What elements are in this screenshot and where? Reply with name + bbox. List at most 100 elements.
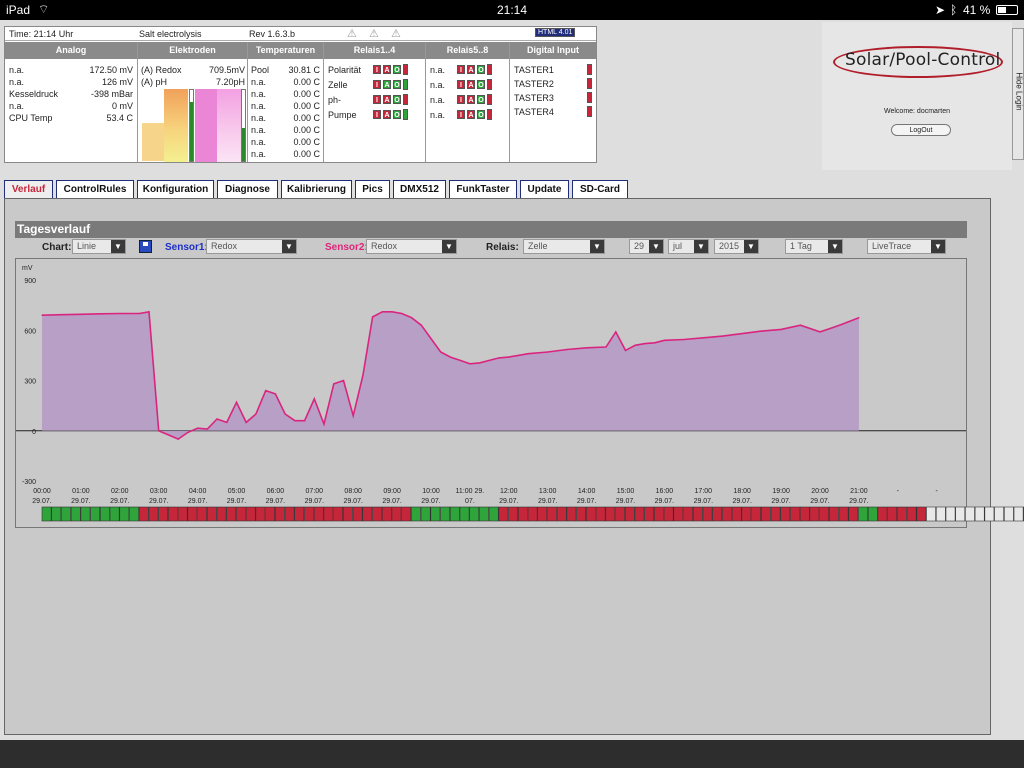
relay-state-cell [498,506,509,522]
data-point [138,312,140,315]
x-tick-date: 29.07. [188,498,208,505]
x-tick-date: 29.07. [32,498,52,505]
relay-state-cell [284,506,295,522]
x-tick-label: 15:00 [617,488,635,495]
x-tick-date: 29.07. [382,498,402,505]
data-point [206,428,208,430]
relay-state-cell [624,506,635,522]
relay-state-cell [654,506,664,522]
relay-state-cell [877,506,888,522]
data-point [605,346,607,348]
data-point [197,427,199,429]
x-tick-label: 13:00 [539,488,557,495]
data-point [99,313,101,315]
data-point [624,349,627,351]
relay-state-cell [615,506,625,522]
sensor-area-fill [42,311,859,440]
relay-state-cell [488,506,499,522]
data-point [498,357,500,359]
data-point [449,356,452,358]
data-point [167,434,170,436]
relay-state-cell [566,506,577,522]
relay-state-cell [751,506,761,522]
relay-state-cell [41,506,52,522]
relay-state-cell [838,506,849,522]
x-tick-date: 29.07. [771,498,791,505]
bottom-bar [0,740,1024,768]
relay-state-cell [274,506,285,522]
relay-state-cell [226,506,237,522]
x-tick-date: 29.07. [499,498,519,505]
x-tick-date: 29.07. [694,498,714,505]
x-tick-date: 29.07. [655,498,675,505]
data-point [586,347,588,349]
relay-state-cell [245,506,256,522]
relay-state-cell [70,506,81,522]
relay-state-cell [313,506,324,522]
x-tick-date: 29.07. [538,498,558,505]
data-point [284,413,286,415]
relay-state-cell [935,506,946,522]
relay-state-cell [984,506,995,522]
data-point [838,324,841,326]
y-tick-label: 0 [32,429,36,436]
x-tick-label: 17:00 [695,488,713,495]
data-point [858,317,860,319]
data-point [566,348,568,351]
data-point [702,337,704,339]
relay-state-cell [780,506,791,522]
relay-state-cell [770,506,781,522]
data-point [342,379,345,382]
relay-state-cell [517,506,528,522]
relay-state-cell [663,506,674,522]
relay-state-cell [430,506,441,522]
data-point [303,420,306,422]
relay-state-cell [323,506,334,522]
x-tick-label: 09:00 [383,488,401,495]
relay-state-cell [926,506,936,522]
data-point [294,420,296,422]
x-tick-label: 03:00 [150,488,168,495]
data-point [362,374,364,377]
relay-state-cell [916,506,927,522]
data-point [527,353,529,355]
relay-state-cell [1003,506,1014,522]
relay-state-cell [897,506,907,522]
relay-state-cell [965,506,975,522]
data-point [41,314,43,316]
relay-state-cell [352,506,363,522]
y-tick-label: 300 [24,379,36,386]
relay-state-cell [955,506,966,522]
relay-state-cell [1013,506,1024,522]
data-point [644,343,646,345]
x-tick-label: 20:00 [811,488,829,495]
x-tick-label: 18:00 [733,488,751,495]
relay-state-cell [236,506,246,522]
relay-state-cell [119,506,130,522]
x-tick-label: 14:00 [578,488,596,495]
data-point [430,338,432,340]
data-point [391,311,393,313]
relay-state-cell [216,506,227,522]
x-tick-label: 16:00 [656,488,674,495]
data-point [381,311,383,313]
relay-state-cell [537,506,548,522]
relay-state-cell [391,506,402,522]
relay-state-cell [644,506,655,522]
relay-state-cell [547,506,557,522]
y-axis-unit: mV [22,265,33,272]
x-tick-label: 01:00 [72,488,90,495]
relay-state-cell [887,506,898,522]
data-point [799,324,802,326]
x-tick-date: 29.07. [849,498,869,505]
data-point [245,421,247,423]
relay-state-cell [411,506,421,522]
data-point [761,330,763,332]
relay-state-cell [790,506,800,522]
y-tick-label: 600 [24,328,36,335]
relay-state-cell [479,506,489,522]
relay-state-cell [867,506,878,522]
x-tick-label: 12:00 [500,488,518,495]
data-point [547,351,549,353]
x-tick-label: 07:00 [306,488,324,495]
